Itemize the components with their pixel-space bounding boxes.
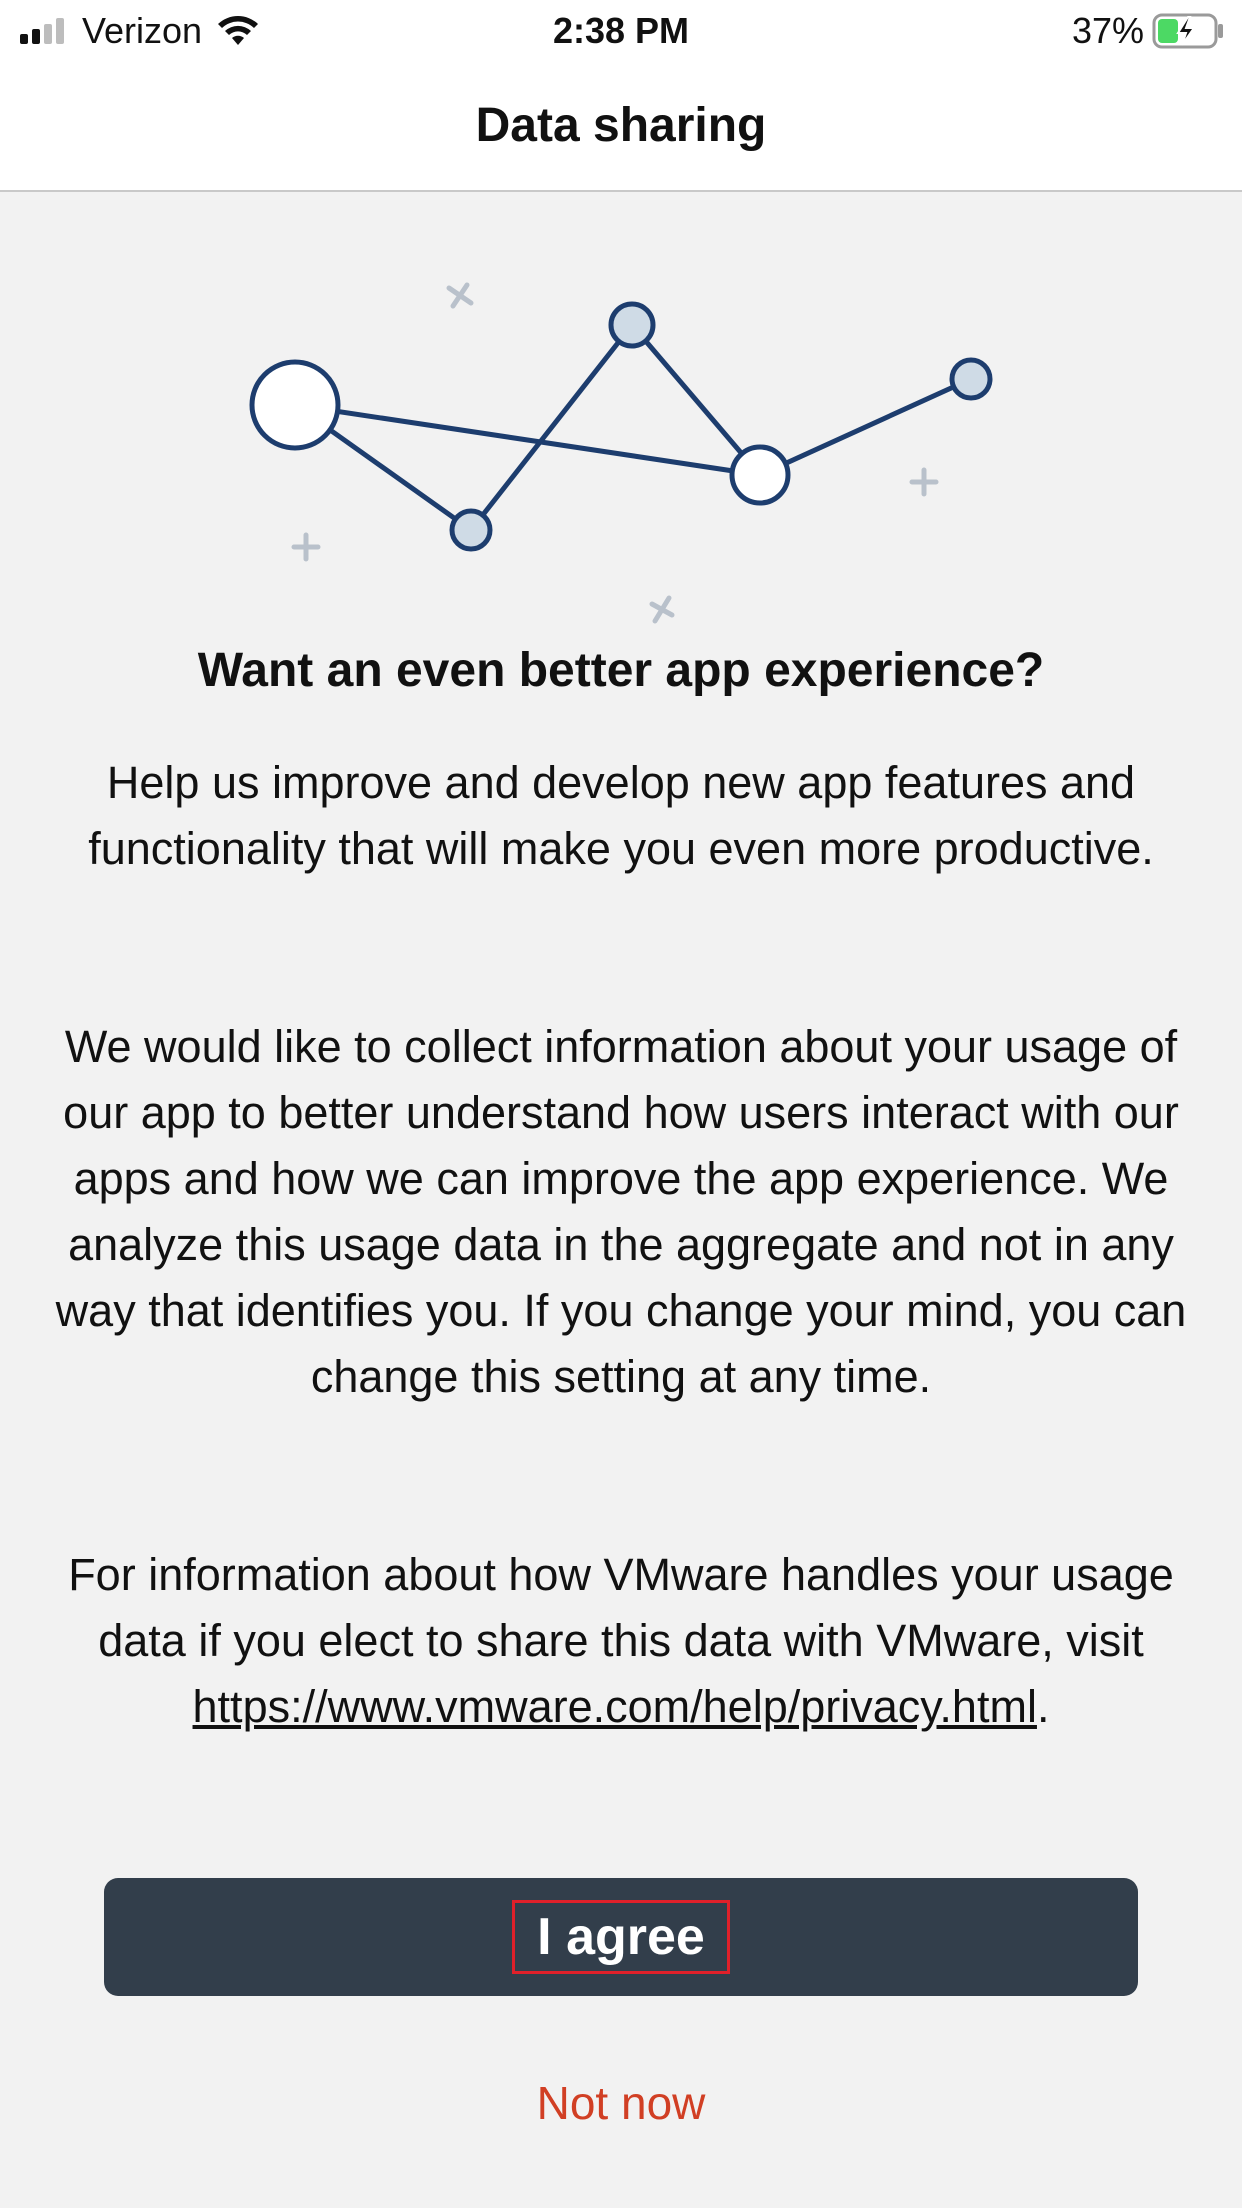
privacy-suffix: .	[1036, 1681, 1050, 1732]
network-graph-icon	[249, 282, 993, 624]
privacy-link[interactable]: https://www.vmware.com/help/privacy.html	[193, 1681, 1037, 1732]
navigation-bar: Data sharing	[0, 62, 1242, 192]
not-now-button[interactable]: Not now	[0, 2070, 1242, 2136]
status-time: 2:38 PM	[552, 10, 690, 51]
status-right: 37%	[1072, 8, 1226, 54]
privacy-paragraph: For information about how VMware handles…	[50, 1542, 1192, 1740]
status-bar: Verizon 2:38 PM 37%	[0, 0, 1242, 62]
battery-percent: 37%	[1071, 10, 1144, 51]
privacy-text: For information about how VMware handles…	[68, 1549, 1174, 1666]
agree-button-label: I agree	[512, 1900, 730, 1974]
battery-charging-icon	[1152, 13, 1223, 49]
usage-paragraph: We would like to collect information abo…	[55, 1021, 1187, 1402]
agree-button[interactable]: I agree	[104, 1878, 1138, 1996]
page-title: Data sharing	[475, 99, 767, 152]
headline: Want an even better app experience?	[197, 644, 1045, 697]
intro-paragraph: Help us improve and develop new app feat…	[88, 757, 1154, 874]
